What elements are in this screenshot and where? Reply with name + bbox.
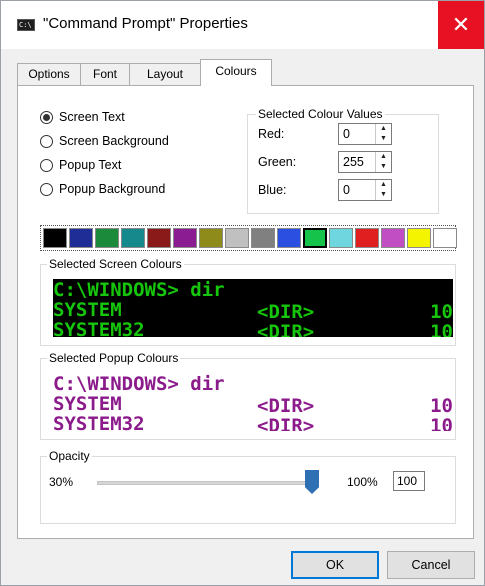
tab-font[interactable]: Font (80, 63, 130, 85)
tab-label: Options (28, 67, 70, 81)
preview-line-2-num: 10 (430, 301, 453, 323)
radio-indicator[interactable] (40, 134, 53, 148)
green-label: Green: (258, 155, 297, 169)
group-legend: Selected Popup Colours (47, 351, 181, 365)
spin-up-icon[interactable]: ▲ (376, 180, 391, 190)
colour-swatch[interactable] (329, 228, 353, 248)
selected-popup-colours-group: Selected Popup Colours C:\WINDOWS> dir S… (40, 351, 456, 440)
close-icon: ✕ (451, 12, 471, 37)
tab-colours[interactable]: Colours (200, 59, 272, 86)
colour-swatch[interactable] (355, 228, 379, 248)
tab-label: Colours (215, 64, 257, 78)
colour-swatch[interactable] (199, 228, 223, 248)
tab-label: Layout (146, 67, 184, 81)
spin-down-icon[interactable]: ▼ (376, 162, 391, 172)
radio-label: Popup Background (59, 182, 166, 196)
spin-buttons: ▲ ▼ (375, 180, 391, 200)
opacity-slider-track[interactable] (97, 481, 319, 485)
radio-label: Popup Text (59, 158, 122, 172)
red-spinner[interactable]: 0 ▲ ▼ (338, 123, 392, 145)
spin-buttons: ▲ ▼ (375, 124, 391, 144)
spin-up-icon[interactable]: ▲ (376, 152, 391, 162)
preview-line-1: C:\WINDOWS> dir (53, 373, 225, 395)
colour-swatch[interactable] (225, 228, 249, 248)
preview-line-3-name: SYSTEM32 (53, 413, 145, 432)
opacity-value-field[interactable]: 100 (393, 471, 425, 491)
preview-line-2-dir: <DIR> (257, 301, 315, 323)
preview-line-3-num: 10 (430, 415, 453, 431)
colour-swatch[interactable] (433, 228, 457, 248)
window-title: "Command Prompt" Properties (43, 15, 248, 32)
colour-swatch[interactable] (303, 228, 327, 248)
spin-down-icon[interactable]: ▼ (376, 134, 391, 144)
red-label: Red: (258, 127, 285, 141)
spin-up-icon[interactable]: ▲ (376, 124, 391, 134)
opacity-value[interactable]: 100 (397, 474, 417, 488)
preview-line-3-dir: <DIR> (257, 415, 315, 431)
colour-swatch[interactable] (407, 228, 431, 248)
opacity-min-label: 30% (49, 475, 74, 489)
tab-layout[interactable]: Layout (129, 63, 201, 85)
colour-swatch[interactable] (121, 228, 145, 248)
spin-down-icon[interactable]: ▼ (376, 190, 391, 200)
ok-button[interactable]: OK (291, 551, 379, 579)
radio-label: Screen Background (59, 134, 169, 148)
colour-swatch[interactable] (381, 228, 405, 248)
properties-dialog: C:\ "Command Prompt" Properties ✕ Option… (0, 0, 485, 586)
opacity-slider-thumb[interactable] (305, 470, 319, 494)
preview-line-2-name: SYSTEM (53, 393, 122, 415)
preview-line-3-num: 10 (430, 321, 453, 337)
cancel-label: Cancel (411, 558, 451, 572)
radio-indicator[interactable] (40, 182, 53, 196)
title-bar[interactable]: C:\ "Command Prompt" Properties ✕ (1, 1, 484, 49)
blue-value[interactable]: 0 (343, 183, 350, 197)
colour-swatch[interactable] (43, 228, 67, 248)
colour-swatch[interactable] (277, 228, 301, 248)
radio-screen-background[interactable]: Screen Background (40, 132, 169, 150)
colour-palette (40, 225, 457, 251)
opacity-group: Opacity 30% 100% 100 (40, 449, 456, 524)
preview-line-3-dir: <DIR> (257, 321, 315, 337)
radio-label: Screen Text (59, 110, 125, 124)
group-legend: Selected Screen Colours (47, 257, 184, 271)
blue-spinner[interactable]: 0 ▲ ▼ (338, 179, 392, 201)
green-spinner[interactable]: 255 ▲ ▼ (338, 151, 392, 173)
colour-swatch[interactable] (69, 228, 93, 248)
opacity-max-label: 100% (347, 475, 378, 489)
colour-swatch[interactable] (251, 228, 275, 248)
radio-popup-text[interactable]: Popup Text (40, 156, 121, 174)
green-value[interactable]: 255 (343, 155, 364, 169)
radio-indicator[interactable] (40, 110, 53, 124)
spin-buttons: ▲ ▼ (375, 152, 391, 172)
tab-options[interactable]: Options (17, 63, 81, 85)
cmd-window-icon: C:\ (17, 19, 35, 31)
ok-label: OK (325, 558, 345, 572)
colours-panel: Screen Text Screen Background Popup Text… (17, 85, 474, 539)
cancel-button[interactable]: Cancel (387, 551, 475, 579)
screen-colours-preview: C:\WINDOWS> dir SYSTEM <DIR> 10 SYSTEM32… (53, 279, 453, 337)
preview-line-2-num: 10 (430, 395, 453, 417)
tab-label: Font (92, 67, 117, 81)
radio-popup-background[interactable]: Popup Background (40, 180, 165, 198)
popup-colours-preview: C:\WINDOWS> dir SYSTEM <DIR> 10 SYSTEM32… (53, 373, 453, 431)
radio-screen-text[interactable]: Screen Text (40, 108, 125, 126)
selected-screen-colours-group: Selected Screen Colours C:\WINDOWS> dir … (40, 257, 456, 346)
blue-label: Blue: (258, 183, 287, 197)
radio-indicator[interactable] (40, 158, 53, 172)
close-button[interactable]: ✕ (438, 1, 484, 49)
colour-swatch[interactable] (95, 228, 119, 248)
red-value[interactable]: 0 (343, 127, 350, 141)
preview-line-2-dir: <DIR> (257, 395, 315, 417)
colour-swatch[interactable] (147, 228, 171, 248)
preview-line-2-name: SYSTEM (53, 299, 122, 321)
group-legend: Opacity (47, 449, 92, 463)
preview-line-3-name: SYSTEM32 (53, 319, 145, 338)
preview-line-1: C:\WINDOWS> dir (53, 279, 225, 301)
selected-colour-values-group: Selected Colour Values Red: 0 ▲ ▼ Green:… (247, 107, 439, 214)
colour-swatch[interactable] (173, 228, 197, 248)
group-legend: Selected Colour Values (256, 107, 385, 121)
